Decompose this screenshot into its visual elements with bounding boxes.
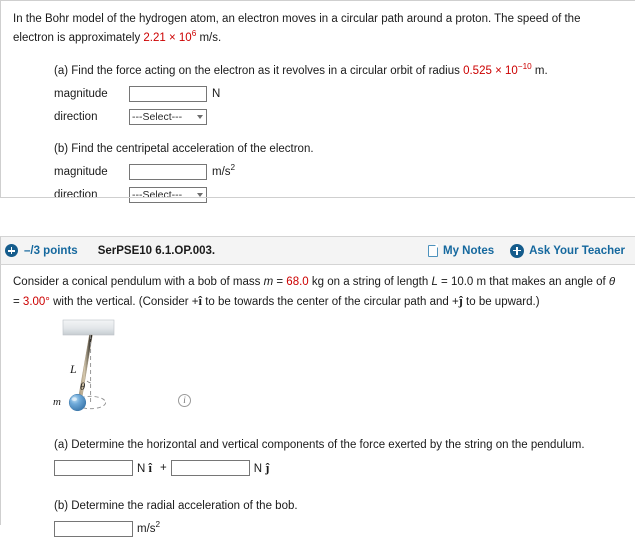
question-code-label: SerPSE10 6.1.OP.003. bbox=[97, 244, 216, 257]
stem-text-post: m/s. bbox=[196, 32, 222, 44]
part-a-radius-exponent: −10 bbox=[517, 62, 532, 72]
part-a-label: (a) Find the force acting on the electro… bbox=[54, 65, 464, 77]
angle-arc bbox=[86, 380, 91, 384]
part-a-direction-row: direction ---Select--- bbox=[54, 108, 621, 126]
part-b-unit-exponent: 2 bbox=[230, 163, 236, 173]
expand-plus-icon[interactable] bbox=[5, 244, 18, 257]
plus-circle-icon bbox=[510, 243, 525, 258]
part-a-label-post: m. bbox=[531, 65, 548, 77]
part-b-prompt: (b) Find the centripetal acceleration of… bbox=[54, 140, 621, 158]
p2-part-b-radial-acceleration-input[interactable] bbox=[54, 521, 133, 537]
problem-1-part-b: (b) Find the centripetal acceleration of… bbox=[54, 140, 621, 204]
part-a-direction-selected-value: ---Select--- bbox=[132, 111, 183, 123]
part-a-magnitude-label: magnitude bbox=[54, 88, 108, 100]
figure-label-L: L bbox=[69, 362, 77, 376]
part-b-magnitude-input[interactable] bbox=[129, 164, 207, 180]
problem-1-card: In the Bohr model of the hydrogen atom, … bbox=[0, 0, 635, 203]
p2-part-a-unit-2: N ĵ bbox=[254, 461, 270, 476]
part-b-magnitude-row: magnitude m/s2 bbox=[54, 163, 621, 181]
part-b-direction-row: direction ---Select--- bbox=[54, 186, 621, 204]
part-a-direction-select[interactable]: ---Select--- bbox=[129, 109, 207, 125]
p2-stem-1b: = bbox=[273, 276, 287, 288]
p2-mass-value: 68.0 bbox=[286, 276, 309, 288]
part-b-direction-select[interactable]: ---Select--- bbox=[129, 187, 207, 203]
info-icon[interactable]: i bbox=[178, 394, 191, 407]
part-b-magnitude-unit: m/s2 bbox=[212, 163, 236, 178]
chevron-down-icon bbox=[197, 115, 203, 119]
conical-pendulum-figure: L θ m i bbox=[46, 318, 206, 416]
part-b-direction-label: direction bbox=[54, 189, 98, 201]
part-b-unit-base: m/s bbox=[212, 166, 231, 178]
points-label: –/3 points bbox=[24, 244, 78, 257]
p2-part-a-fields-row: N î + N ĵ bbox=[54, 459, 621, 477]
part-b-direction-selected-value: ---Select--- bbox=[132, 189, 183, 201]
p2-part-a-plus-sign: + bbox=[160, 462, 167, 474]
p2-part-a-prompt: (a) Determine the horizontal and vertica… bbox=[54, 439, 585, 451]
part-b-label: (b) Find the centripetal acceleration of… bbox=[54, 143, 314, 155]
figure-label-theta: θ bbox=[80, 382, 85, 393]
p2-stem-2c: to be upward.) bbox=[462, 296, 540, 308]
ask-your-teacher-button[interactable]: Ask Your Teacher bbox=[510, 243, 625, 258]
p2-part-b-unit: m/s2 bbox=[137, 521, 160, 535]
problem-2-part-a: (a) Determine the horizontal and vertica… bbox=[54, 436, 621, 477]
p2-stem-1c: kg on a string of length bbox=[308, 276, 432, 288]
question-header-bar: –/3 points SerPSE10 6.1.OP.003. My Notes… bbox=[0, 236, 635, 265]
ask-your-teacher-label: Ask Your Teacher bbox=[529, 244, 625, 257]
question-header-left: –/3 points SerPSE10 6.1.OP.003. bbox=[5, 244, 215, 257]
problem-2-card: Consider a conical pendulum with a bob o… bbox=[0, 265, 635, 537]
p2-part-a-vec-i: î bbox=[148, 460, 152, 475]
part-a-direction-label: direction bbox=[54, 111, 98, 123]
part-b-magnitude-label: magnitude bbox=[54, 166, 108, 178]
question-header-right: My Notes Ask Your Teacher bbox=[428, 243, 625, 258]
p2-part-b-unit-base: m/s bbox=[137, 523, 156, 535]
part-a-prompt: (a) Find the force acting on the electro… bbox=[54, 62, 621, 80]
part-a-magnitude-unit: N bbox=[212, 88, 221, 100]
chevron-down-icon bbox=[197, 193, 203, 197]
stem-text-pre: In the Bohr model of the hydrogen atom, … bbox=[13, 13, 581, 44]
p2-stem-1d: = 10.0 m that makes an angle of bbox=[437, 276, 609, 288]
problem-2-stem: Consider a conical pendulum with a bob o… bbox=[10, 273, 621, 312]
p2-part-a-unit-1: N î bbox=[137, 461, 152, 476]
my-notes-button[interactable]: My Notes bbox=[428, 244, 495, 257]
ceiling-block bbox=[62, 319, 115, 336]
part-a-radius-value: 0.525 × 10 bbox=[463, 65, 518, 77]
note-page-icon bbox=[428, 244, 439, 257]
stem-speed-value: 2.21 × 10 bbox=[143, 32, 192, 44]
p2-unit2-text: N bbox=[253, 462, 263, 475]
p2-stem-2b: to be towards the center of the circular… bbox=[202, 296, 459, 308]
part-a-magnitude-row: magnitude N bbox=[54, 85, 621, 103]
p2-stem-1e: = bbox=[13, 296, 23, 308]
figure-label-m: m bbox=[53, 396, 61, 408]
p2-symbol-m: m bbox=[263, 276, 274, 288]
p2-stem-2a: with the vertical. (Consider + bbox=[49, 296, 199, 308]
p2-part-a-i-component-input[interactable] bbox=[54, 460, 133, 476]
part-a-magnitude-input[interactable] bbox=[129, 86, 207, 102]
bob-highlight bbox=[71, 397, 77, 402]
my-notes-label: My Notes bbox=[443, 244, 495, 257]
p2-part-b-fields-row: m/s2 bbox=[54, 520, 621, 538]
pendulum-bob bbox=[68, 393, 87, 412]
p2-angle-value: 3.00° bbox=[22, 296, 50, 308]
p2-part-a-vec-j: ĵ bbox=[265, 460, 270, 475]
p2-stem-1a: Consider a conical pendulum with a bob o… bbox=[13, 276, 264, 288]
p2-part-b-prompt: (b) Determine the radial acceleration of… bbox=[54, 500, 298, 512]
problem-2-part-b: (b) Determine the radial acceleration of… bbox=[54, 497, 621, 538]
problem-1-stem: In the Bohr model of the hydrogen atom, … bbox=[10, 10, 621, 48]
p2-unit1-text: N bbox=[137, 462, 146, 475]
p2-part-a-j-component-input[interactable] bbox=[170, 460, 250, 476]
problem-1-part-a: (a) Find the force acting on the electro… bbox=[54, 62, 621, 126]
p2-symbol-theta: θ bbox=[608, 276, 616, 288]
